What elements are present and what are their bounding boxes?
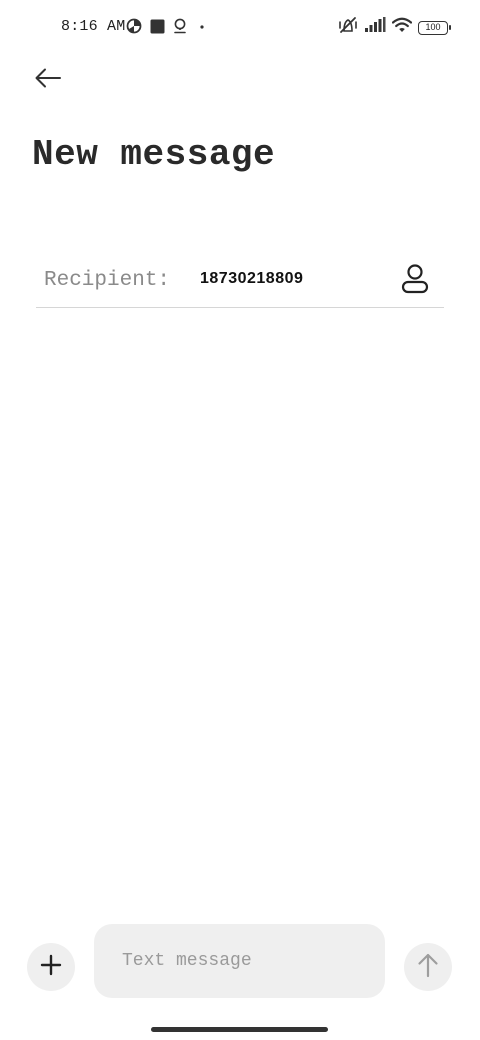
add-attachment-button[interactable]	[27, 943, 75, 991]
send-button[interactable]	[404, 943, 452, 991]
page-title: New message	[32, 134, 276, 175]
data-saver-icon	[126, 18, 142, 39]
arrow-up-icon	[417, 952, 439, 983]
contact-picker-button[interactable]	[398, 263, 432, 299]
battery-icon: 100	[418, 20, 451, 35]
recipient-label: Recipient:	[44, 269, 171, 292]
arrow-left-icon	[34, 67, 62, 94]
home-indicator[interactable]	[151, 1027, 328, 1032]
square-notification-icon	[150, 19, 165, 39]
status-right-icons: 100	[338, 16, 451, 39]
message-input[interactable]	[94, 924, 385, 998]
plus-icon	[40, 954, 62, 981]
status-left-icons	[126, 18, 209, 39]
vibrate-off-icon	[338, 16, 358, 39]
contact-person-icon	[401, 263, 429, 299]
signal-icon	[364, 17, 386, 38]
recipient-field[interactable]: Recipient: 18730218809	[36, 256, 444, 308]
status-time: 8:16 AM	[61, 18, 126, 35]
back-button[interactable]	[28, 62, 68, 98]
message-input-container[interactable]	[94, 924, 385, 998]
status-bar: 8:16 AM 100	[0, 0, 480, 54]
recipient-value[interactable]: 18730218809	[200, 270, 303, 288]
pin-notification-icon	[173, 18, 187, 39]
dot-icon	[195, 19, 209, 38]
wifi-icon	[391, 17, 413, 38]
